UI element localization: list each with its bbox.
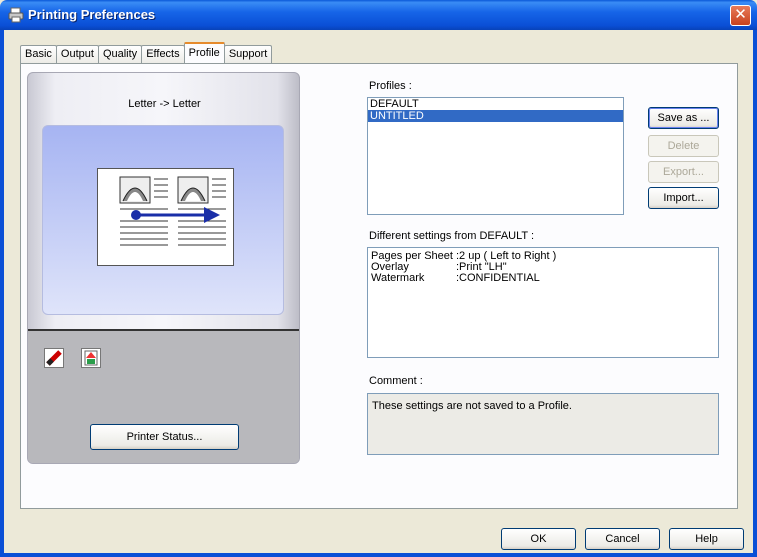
setting-value: :CONFIDENTIAL: [456, 272, 540, 284]
eraser-icon[interactable]: [44, 348, 64, 368]
profiles-label: Profiles :: [369, 80, 412, 92]
differences-label: Different settings from DEFAULT :: [369, 230, 535, 242]
page-preview: [97, 168, 234, 266]
help-button[interactable]: Help: [669, 528, 744, 550]
close-icon: ✕: [734, 6, 747, 23]
setting-name: Watermark: [371, 272, 425, 284]
close-button[interactable]: ✕: [730, 5, 751, 26]
save-as-button[interactable]: Save as ...: [648, 107, 719, 129]
printer-icon: [8, 7, 24, 23]
paper-size-caption: Letter -> Letter: [128, 98, 201, 110]
printer-status-button[interactable]: Printer Status...: [90, 424, 239, 450]
cancel-button[interactable]: Cancel: [585, 528, 660, 550]
window-title: Printing Preferences: [28, 7, 156, 22]
preview-panel: Letter -> Letter Printer Status...: [27, 72, 300, 464]
tab-effects[interactable]: Effects: [141, 45, 185, 63]
comment-text: These settings are not saved to a Profil…: [372, 400, 572, 412]
document-color-icon[interactable]: [81, 348, 101, 368]
ok-button[interactable]: OK: [501, 528, 576, 550]
tab-support[interactable]: Support: [223, 45, 273, 63]
profile-item-default[interactable]: DEFAULT: [368, 98, 623, 110]
window-frame-right: [753, 30, 757, 557]
tab-quality[interactable]: Quality: [97, 45, 143, 63]
profile-item-untitled[interactable]: UNTITLED: [368, 110, 623, 122]
two-up-layout-icon: [119, 176, 226, 246]
export-button[interactable]: Export...: [648, 161, 719, 183]
window-frame-left: [0, 30, 4, 557]
difference-row: Watermark :CONFIDENTIAL: [368, 273, 718, 284]
window-frame-bottom: [0, 553, 757, 557]
comment-label: Comment :: [369, 375, 423, 387]
tab-strip: Basic Output Quality Effects Profile Sup…: [20, 42, 273, 63]
differences-list[interactable]: Pages per Sheet :2 up ( Left to Right ) …: [367, 247, 719, 358]
import-button[interactable]: Import...: [648, 187, 719, 209]
title-bar: Printing Preferences ✕: [0, 0, 757, 30]
tab-basic[interactable]: Basic: [20, 45, 57, 63]
comment-field[interactable]: These settings are not saved to a Profil…: [367, 393, 719, 455]
difference-row: Pages per Sheet :2 up ( Left to Right ): [368, 251, 718, 262]
tab-output[interactable]: Output: [55, 45, 99, 63]
profiles-list[interactable]: DEFAULT UNTITLED: [367, 97, 624, 215]
delete-button[interactable]: Delete: [648, 135, 719, 157]
tab-profile[interactable]: Profile: [183, 42, 225, 63]
preview-area: [42, 125, 284, 315]
